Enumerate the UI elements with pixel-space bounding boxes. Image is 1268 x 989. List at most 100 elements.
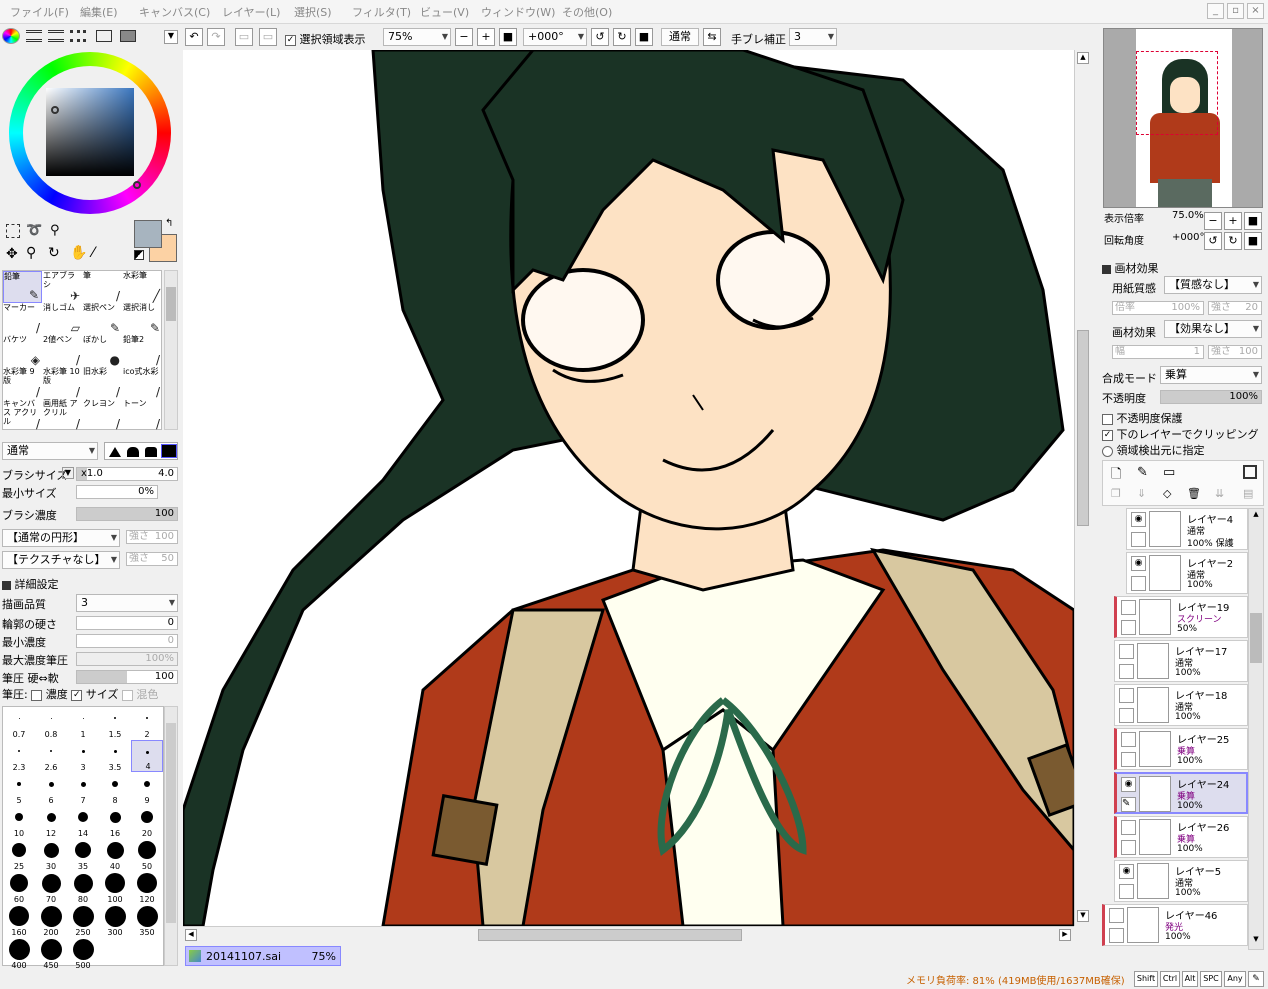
- nav-zoom-reset-icon[interactable]: ■: [1244, 212, 1262, 230]
- default-colors-icon[interactable]: [134, 250, 144, 260]
- brush-size-preset[interactable]: 16: [99, 806, 131, 838]
- brush-size-preset[interactable]: 350: [131, 905, 163, 937]
- scroll-down-icon[interactable]: ▼: [1077, 910, 1089, 922]
- layer-lock-icon[interactable]: ✎: [1121, 797, 1136, 812]
- rgb-slider-tab-icon[interactable]: [26, 30, 42, 42]
- edge-hardness-slider[interactable]: 0: [76, 616, 178, 630]
- nav-rotate-left-icon[interactable]: ↺: [1204, 232, 1222, 250]
- brush-size-preset[interactable]: 120: [131, 872, 163, 904]
- new-layer-icon[interactable]: 🗋: [1111, 465, 1121, 487]
- menu-filter[interactable]: フィルタ(T): [352, 4, 411, 20]
- menu-edit[interactable]: 編集(E): [80, 4, 118, 20]
- layer-scroll-down-icon[interactable]: ▼: [1250, 935, 1262, 947]
- minimize-icon[interactable]: _: [1207, 3, 1224, 19]
- brush-size-preset[interactable]: 20: [131, 806, 163, 838]
- nav-zoom-out-icon[interactable]: −: [1204, 212, 1222, 230]
- menu-window[interactable]: ウィンドウ(W): [481, 4, 555, 20]
- tool-11[interactable]: 鉛筆2 /: [123, 335, 162, 367]
- copy-layer-icon[interactable]: ❐: [1111, 487, 1121, 500]
- layer-list-scrollbar[interactable]: ▲ ▼: [1248, 508, 1264, 950]
- any-key[interactable]: Any: [1224, 971, 1246, 987]
- tool-14[interactable]: 旧水彩 /: [83, 367, 122, 399]
- pressure-slider[interactable]: 100: [76, 670, 178, 684]
- layer-row[interactable]: レイヤー25 乗算 100%: [1114, 728, 1248, 770]
- shape-strength-slider[interactable]: 強さ 100: [126, 530, 178, 544]
- invert-selection-icon[interactable]: ▭: [259, 28, 277, 46]
- layer-row[interactable]: レイヤー18 通常 100%: [1114, 684, 1248, 726]
- paper-strength-slider[interactable]: 強さ 20: [1208, 301, 1262, 315]
- selection-visible-toggle[interactable]: ✓ 選択領域表示: [285, 31, 366, 47]
- hsv-slider-tab-icon[interactable]: [48, 30, 64, 42]
- layer-lock-icon[interactable]: [1119, 884, 1134, 899]
- brush-size-preset[interactable]: 100: [99, 872, 131, 904]
- canvas-horizontal-scrollbar[interactable]: ◀ ▶: [183, 926, 1074, 943]
- document-tab[interactable]: 20141107.sai 75%: [185, 946, 341, 966]
- alt-key[interactable]: Alt: [1182, 971, 1198, 987]
- lasso-icon[interactable]: ➰: [26, 223, 42, 238]
- menu-other[interactable]: その他(O): [562, 4, 612, 20]
- flip-icon[interactable]: ⇆: [703, 28, 721, 46]
- brush-size-preset[interactable]: 14: [67, 806, 99, 838]
- nav-zoom-value[interactable]: 75.0%: [1172, 210, 1204, 221]
- brush-size-preset[interactable]: 3.5: [99, 740, 131, 772]
- brush-size-preset[interactable]: 500: [67, 938, 99, 970]
- apply-mask-icon[interactable]: [1243, 465, 1257, 479]
- layer-row[interactable]: ◉ レイヤー5 通常 100%: [1114, 860, 1248, 902]
- tool-17[interactable]: 画用紙 アクリル /: [43, 399, 82, 431]
- eyedropper-icon[interactable]: ⁄: [92, 245, 94, 261]
- primary-color-swatch[interactable]: [134, 220, 162, 248]
- visibility-eye-icon[interactable]: [1121, 732, 1136, 747]
- brush-shape-selector[interactable]: [104, 442, 178, 460]
- close-icon[interactable]: ×: [1247, 3, 1264, 19]
- vertical-scroll-thumb[interactable]: [1077, 330, 1089, 526]
- clear-layer-icon[interactable]: ◇: [1163, 487, 1171, 500]
- tool-5[interactable]: 消しゴム ▱: [43, 303, 82, 335]
- rotate-right-icon[interactable]: ↻: [613, 28, 631, 46]
- layer-lock-icon[interactable]: [1131, 576, 1146, 591]
- tool-2[interactable]: 筆 /: [83, 271, 122, 303]
- min-size-slider[interactable]: 0%: [76, 485, 158, 499]
- layer-lock-icon[interactable]: [1119, 708, 1134, 723]
- blend-checkbox[interactable]: [121, 689, 133, 701]
- delete-layer-icon[interactable]: 🗑: [1187, 487, 1201, 500]
- soft-edge-icon[interactable]: [109, 447, 121, 457]
- layer-row[interactable]: レイヤー26 乗算 100%: [1114, 816, 1248, 858]
- layer-lock-icon[interactable]: [1121, 840, 1136, 855]
- layer-row[interactable]: レイヤー46 発光 100%: [1102, 904, 1248, 946]
- brush-size-preset[interactable]: 10: [3, 806, 35, 838]
- brush-size-preset[interactable]: 2.6: [35, 740, 67, 772]
- brush-size-preset[interactable]: 50: [131, 839, 163, 871]
- layer-row[interactable]: レイヤー19 スクリーン 50%: [1114, 596, 1248, 638]
- layer-opacity-slider[interactable]: 100%: [1160, 390, 1262, 404]
- layer-row[interactable]: レイヤー17 通常 100%: [1114, 640, 1248, 682]
- space-key[interactable]: SPC: [1200, 971, 1222, 987]
- visibility-eye-icon[interactable]: ◉: [1131, 512, 1146, 527]
- brush-size-preset[interactable]: 6: [35, 773, 67, 805]
- brush-size-preset[interactable]: 1.5: [99, 707, 131, 739]
- zoom-select[interactable]: 75%: [383, 28, 451, 46]
- panel-collapse-icon[interactable]: ▼: [164, 30, 178, 44]
- stabilizer-select[interactable]: 3: [789, 28, 837, 46]
- min-density-slider[interactable]: 0: [76, 634, 178, 648]
- brush-size-preset[interactable]: 400: [3, 938, 35, 970]
- tool-13[interactable]: 水彩筆 10版 /: [43, 367, 82, 399]
- navigator-preview[interactable]: [1103, 28, 1263, 208]
- brush-size-preset[interactable]: 160: [3, 905, 35, 937]
- tool-7[interactable]: 選択消し ✎: [123, 303, 162, 335]
- layer-lock-icon[interactable]: [1121, 620, 1136, 635]
- tool-scrollbar[interactable]: [164, 270, 178, 430]
- horizontal-scroll-thumb[interactable]: [478, 929, 742, 941]
- canvas-vertical-scrollbar[interactable]: ▲ ▼: [1074, 50, 1091, 926]
- paper-scale-slider[interactable]: 倍率 100%: [1112, 301, 1204, 315]
- brush-size-preset[interactable]: 1: [67, 707, 99, 739]
- effect-strength-slider[interactable]: 強さ 100: [1208, 345, 1262, 359]
- color-picker-cursor[interactable]: [51, 106, 59, 114]
- brush-density-slider[interactable]: 100: [76, 507, 178, 521]
- tool-8[interactable]: バケツ ◈: [3, 335, 42, 367]
- layer-scroll-thumb[interactable]: [1250, 613, 1262, 663]
- brush-blend-select[interactable]: 通常: [2, 442, 98, 460]
- layer-scroll-up-icon[interactable]: ▲: [1250, 510, 1262, 522]
- visibility-eye-icon[interactable]: ◉: [1121, 777, 1136, 792]
- tool-9[interactable]: 2値ペン /: [43, 335, 82, 367]
- brush-size-preset[interactable]: 30: [35, 839, 67, 871]
